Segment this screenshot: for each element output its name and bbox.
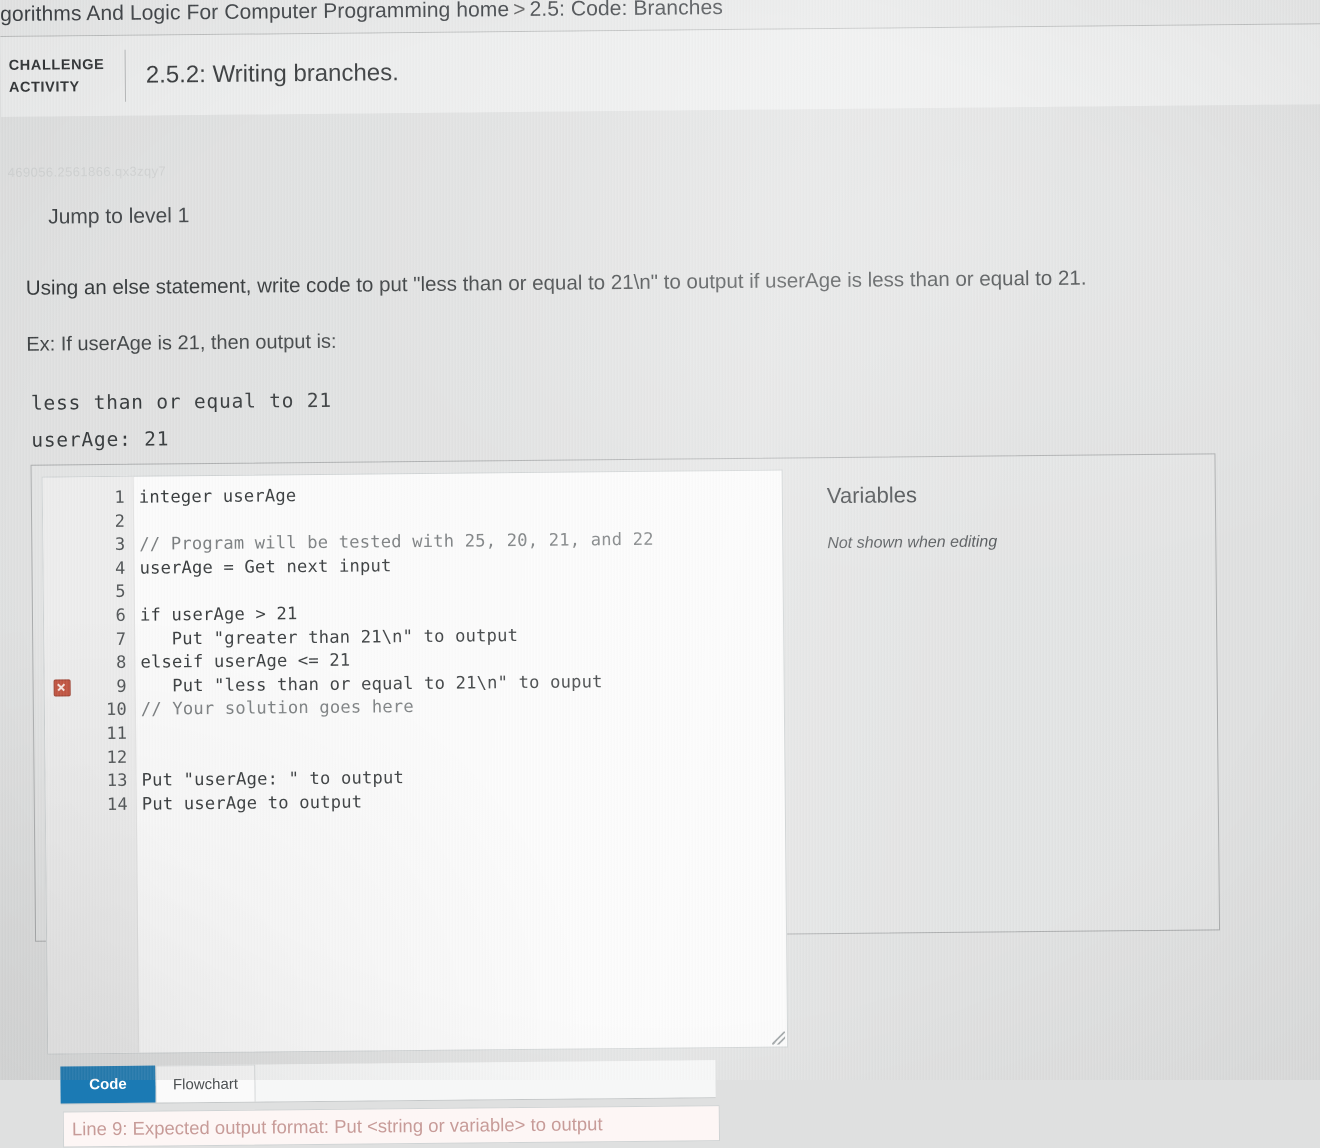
variables-panel: Variables Not shown when editing — [805, 466, 1197, 670]
tab-strip-filler — [255, 1060, 715, 1101]
error-x-icon[interactable] — [53, 679, 70, 696]
code-editor[interactable]: 1integer userAge23// Program will be tes… — [42, 470, 789, 1055]
code-line-number: 14 — [80, 793, 132, 817]
code-line-text[interactable]: Put "userAge: " to output — [131, 767, 404, 793]
variables-title: Variables — [805, 466, 1195, 510]
activity-id-label: 469056.2561866.qx3zqy7 — [8, 163, 167, 180]
resize-grip-icon[interactable] — [772, 1032, 785, 1045]
code-line-number: 8 — [78, 652, 130, 676]
code-line-number: 7 — [78, 628, 130, 652]
code-line-text[interactable]: Put userAge to output — [132, 791, 363, 817]
breadcrumb-section-link[interactable]: 2.5: Code: Branches — [529, 0, 723, 21]
code-line-number: 6 — [78, 605, 130, 629]
activity-content: 469056.2561866.qx3zqy7 Jump to level 1 U… — [1, 104, 1320, 1086]
code-line-marker-cell — [45, 679, 79, 696]
challenge-activity-tag: CHALLENGE ACTIVITY — [1, 53, 121, 99]
tab-code[interactable]: Code — [60, 1066, 155, 1104]
example-output-block: less than or equal to 21 userAge: 21 — [31, 382, 333, 460]
code-lines-container[interactable]: 1integer userAge23// Program will be tes… — [43, 481, 785, 818]
code-line-number: 2 — [77, 510, 129, 534]
status-error-bar: Line 9: Expected output format: Put <str… — [63, 1105, 720, 1147]
code-line-number: 11 — [79, 723, 131, 747]
status-error-message: Line 9: Expected output format: Put <str… — [64, 1113, 603, 1140]
variables-note: Not shown when editing — [805, 506, 1195, 554]
code-line-text[interactable]: userAge = Get next input — [129, 555, 391, 581]
code-line-text[interactable]: elseif userAge <= 21 — [130, 650, 350, 676]
code-line-text[interactable]: // Your solution goes here — [131, 696, 414, 722]
prompt-example-text: Ex: If userAge is 21, then output is: — [26, 331, 336, 357]
code-line-number: 13 — [79, 770, 131, 794]
challenge-tag-line-1: CHALLENGE — [9, 53, 121, 77]
page-title: 2.5.2: Writing branches. — [126, 59, 399, 90]
breadcrumb: gorithms And Logic For Computer Programm… — [0, 0, 723, 27]
tab-flowchart[interactable]: Flowchart — [155, 1065, 255, 1103]
code-line-number: 1 — [77, 487, 129, 511]
code-line-number: 4 — [77, 558, 129, 582]
breadcrumb-course-link[interactable]: gorithms And Logic For Computer Programm… — [0, 0, 509, 26]
breadcrumb-separator: > — [509, 0, 530, 21]
code-line-number: 9 — [79, 676, 131, 700]
editor-view-tabs[interactable]: CodeFlowchart — [60, 1060, 715, 1104]
code-line-number: 3 — [77, 534, 129, 558]
challenge-tag-line-2: ACTIVITY — [9, 76, 121, 100]
code-line-text[interactable]: if userAge > 21 — [130, 603, 298, 628]
code-line-text[interactable]: integer userAge — [129, 485, 297, 510]
code-line-number: 5 — [78, 581, 130, 605]
code-line-number: 10 — [79, 699, 131, 723]
challenge-activity-header: CHALLENGE ACTIVITY 2.5.2: Writing branch… — [0, 24, 1320, 117]
jump-to-level-link[interactable]: Jump to level 1 — [48, 204, 189, 229]
code-line-number: 12 — [79, 746, 131, 770]
prompt-main-text: Using an else statement, write code to p… — [26, 267, 1087, 301]
